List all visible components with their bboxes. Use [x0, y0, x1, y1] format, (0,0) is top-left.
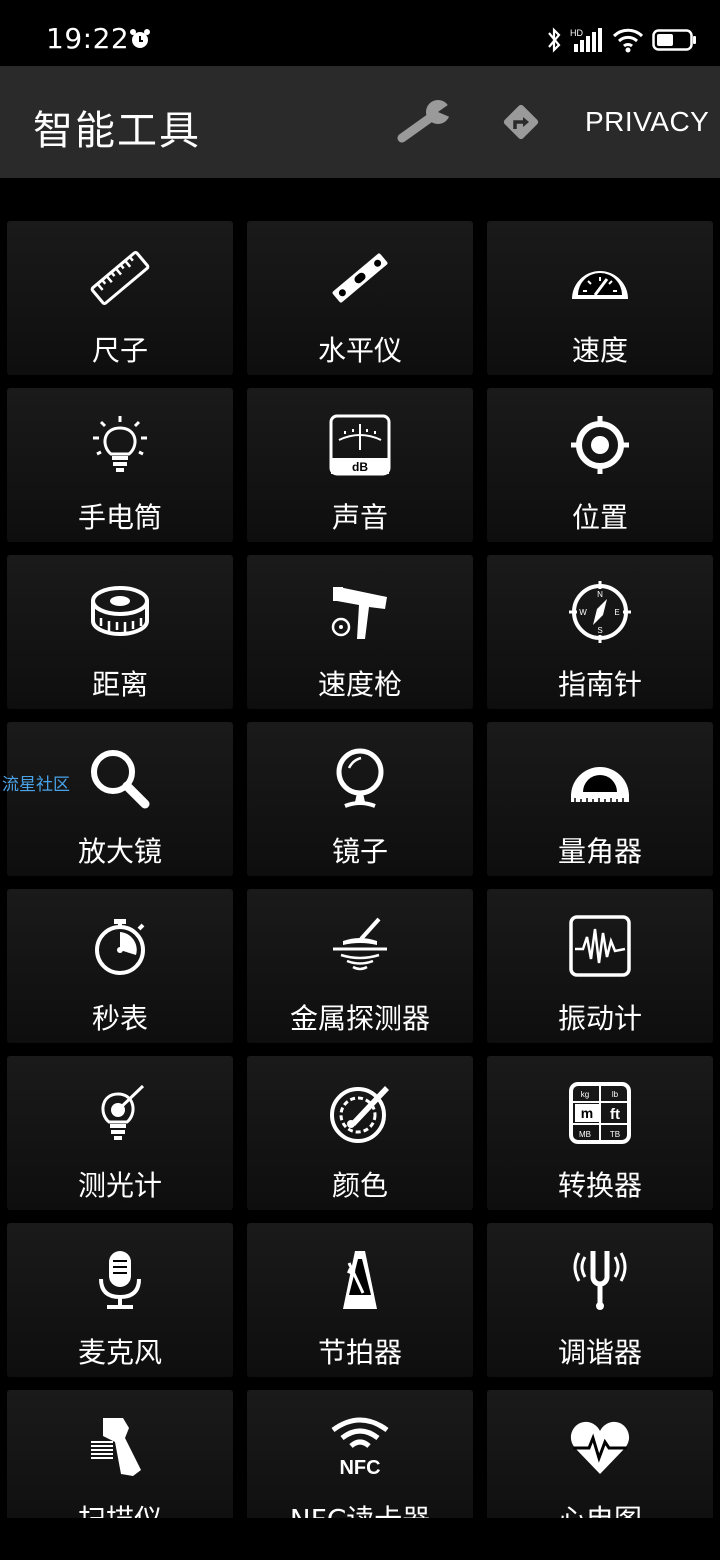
svg-text:HD: HD	[570, 28, 583, 38]
tool-metal-detector[interactable]: 金属探测器	[247, 889, 473, 1043]
tool-label: 距离	[91, 668, 148, 701]
barcode-scanner-icon	[91, 1418, 141, 1476]
tool-label: 测光计	[77, 1169, 162, 1202]
metronome-icon	[343, 1251, 377, 1309]
tool-label: 量角器	[557, 835, 642, 868]
tool-speed-gun[interactable]: 速度枪	[247, 555, 473, 709]
tool-mirror[interactable]: 镜子	[247, 722, 473, 876]
tool-label: 扫描仪	[7, 1498, 233, 1518]
tool-metronome[interactable]: 节拍器	[247, 1223, 473, 1377]
lightbulb-icon	[93, 416, 147, 472]
ruler-icon	[90, 251, 150, 305]
nfc-icon: NFC	[331, 1417, 389, 1478]
tool-label: 金属探测器	[289, 1002, 430, 1035]
tool-flashlight[interactable]: 手电筒	[7, 388, 233, 542]
tool-level[interactable]: 水平仪	[247, 221, 473, 375]
stopwatch-icon	[95, 919, 145, 975]
heart-rate-icon	[570, 1421, 630, 1474]
tuning-fork-icon	[573, 1251, 627, 1310]
tool-location[interactable]: 位置	[487, 388, 713, 542]
tool-label: 转换器	[557, 1169, 642, 1202]
svg-text:ft: ft	[610, 1106, 620, 1123]
svg-text:MB: MB	[579, 1130, 591, 1139]
bottom-bar	[0, 1518, 720, 1560]
svg-text:kg: kg	[581, 1090, 589, 1099]
microphone-icon	[99, 1251, 141, 1309]
wifi-icon	[612, 28, 644, 53]
directions-icon[interactable]	[500, 101, 542, 143]
tool-label: 手电筒	[77, 501, 162, 534]
tool-ecg[interactable]: 心电图	[487, 1390, 713, 1518]
tool-label: 镜子	[331, 835, 388, 868]
tool-label: 指南针	[557, 668, 642, 701]
svg-text:m: m	[581, 1105, 593, 1121]
tool-label: 调谐器	[557, 1336, 642, 1369]
magnifier-icon	[91, 750, 150, 809]
svg-text:TB: TB	[610, 1130, 620, 1139]
alarm-clock-icon	[130, 29, 150, 48]
tool-compass[interactable]: N S W E 指南针	[487, 555, 713, 709]
tool-label: 水平仪	[317, 334, 402, 367]
color-palette-icon	[330, 1086, 389, 1143]
protractor-icon	[571, 767, 629, 802]
tool-ruler[interactable]: 尺子	[7, 221, 233, 375]
tool-magnifier[interactable]: 放大镜	[7, 722, 233, 876]
page-title: 智能工具	[33, 108, 201, 154]
tool-sound[interactable]: dB 声音	[247, 388, 473, 542]
tool-light-meter[interactable]: 测光计	[7, 1056, 233, 1210]
db-meter-icon: dB	[329, 414, 391, 476]
svg-text:W: W	[579, 608, 587, 617]
svg-text:NFC: NFC	[339, 1457, 380, 1478]
tool-microphone[interactable]: 麦克风	[7, 1223, 233, 1377]
privacy-button[interactable]: PRIVACY	[585, 106, 709, 138]
mirror-icon	[336, 748, 384, 808]
watermark-text: 流星社区	[2, 775, 70, 795]
tool-distance[interactable]: 距离	[7, 555, 233, 709]
unit-converter-icon: kg lb m ft MB TB	[569, 1082, 631, 1144]
tool-label: 颜色	[331, 1169, 388, 1202]
svg-text:S: S	[597, 626, 602, 635]
gps-target-icon	[571, 416, 629, 474]
tools-grid: 尺子 水平仪 速度 手电筒 dB 声音 位置 距离 速度枪 N S W E 指南…	[7, 221, 713, 1518]
tool-color[interactable]: 颜色	[247, 1056, 473, 1210]
speedometer-icon	[572, 271, 628, 299]
status-time: 19:22	[46, 22, 130, 55]
tool-label: 节拍器	[317, 1336, 402, 1369]
svg-text:lb: lb	[612, 1090, 619, 1099]
tool-stopwatch[interactable]: 秒表	[7, 889, 233, 1043]
tool-label: 尺子	[91, 334, 148, 367]
wrench-icon[interactable]	[396, 98, 456, 146]
svg-text:E: E	[614, 608, 619, 617]
tool-label: 放大镜	[77, 835, 162, 868]
light-meter-icon	[101, 1084, 145, 1140]
battery-icon	[652, 29, 696, 51]
tool-nfc[interactable]: NFC NFC读卡器	[247, 1390, 473, 1518]
tool-converter[interactable]: kg lb m ft MB TB 转换器	[487, 1056, 713, 1210]
tool-speed[interactable]: 速度	[487, 221, 713, 375]
tool-label: NFC读卡器	[247, 1498, 473, 1518]
tool-label: 位置	[571, 501, 628, 534]
tool-label: 速度	[571, 334, 628, 367]
tool-label: 声音	[331, 501, 388, 534]
radar-gun-icon	[331, 587, 387, 639]
compass-icon: N S W E	[569, 581, 631, 643]
vibration-icon	[569, 915, 631, 977]
tool-label: 速度枪	[317, 668, 402, 701]
level-icon	[332, 253, 388, 303]
metal-detector-icon	[333, 917, 387, 971]
tool-scanner[interactable]: 扫描仪	[7, 1390, 233, 1518]
bluetooth-icon	[548, 27, 561, 53]
tool-label: 麦克风	[77, 1336, 162, 1369]
tool-label: 振动计	[557, 1002, 642, 1035]
tool-protractor[interactable]: 量角器	[487, 722, 713, 876]
tape-measure-icon	[91, 586, 149, 637]
signal-icon: HD	[570, 28, 602, 52]
tool-label: 秒表	[91, 1002, 148, 1035]
tool-label: 心电图	[487, 1498, 713, 1518]
tool-tuner[interactable]: 调谐器	[487, 1223, 713, 1377]
svg-text:dB: dB	[352, 460, 368, 474]
svg-text:N: N	[597, 590, 603, 599]
status-bar: 19:22 HD	[0, 0, 720, 66]
tool-vibration[interactable]: 振动计	[487, 889, 713, 1043]
